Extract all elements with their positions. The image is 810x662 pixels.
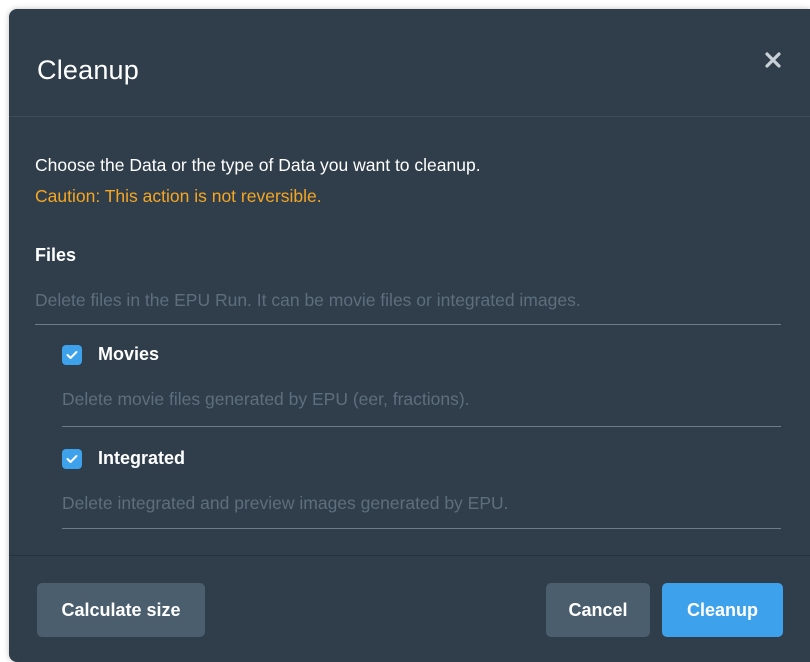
caution-text: Caution: This action is not reversible.	[35, 186, 322, 206]
files-divider	[35, 324, 781, 325]
integrated-label: Integrated	[98, 448, 186, 468]
integrated-divider	[62, 528, 781, 529]
check-icon	[66, 454, 78, 463]
movies-label: Movies	[98, 344, 160, 364]
movies-checkbox[interactable]	[62, 344, 82, 365]
check-icon	[66, 350, 78, 359]
integrated-option[interactable]: Integrated	[62, 448, 185, 469]
movies-divider	[62, 426, 781, 427]
calculate-size-button[interactable]: Calculate size	[37, 583, 205, 637]
movies-description: Delete movie files generated by EPU (eer…	[62, 389, 470, 409]
intro-text: Choose the Data or the type of Data you …	[35, 155, 481, 175]
dialog-footer: Calculate size Cancel Cleanup	[9, 555, 810, 662]
integrated-checkbox[interactable]	[62, 448, 82, 469]
cancel-button[interactable]: Cancel	[546, 583, 650, 637]
files-section-description: Delete files in the EPU Run. It can be m…	[35, 290, 581, 310]
integrated-description: Delete integrated and preview images gen…	[62, 493, 509, 513]
dialog-header: Cleanup	[9, 9, 810, 117]
close-icon	[762, 49, 784, 71]
dialog-title: Cleanup	[37, 55, 139, 85]
cleanup-button[interactable]: Cleanup	[662, 583, 783, 637]
cleanup-dialog: Cleanup Choose the Data or the type of D…	[9, 9, 810, 662]
close-button[interactable]	[762, 49, 784, 71]
movies-option[interactable]: Movies	[62, 344, 159, 365]
files-section-title: Files	[35, 245, 77, 265]
